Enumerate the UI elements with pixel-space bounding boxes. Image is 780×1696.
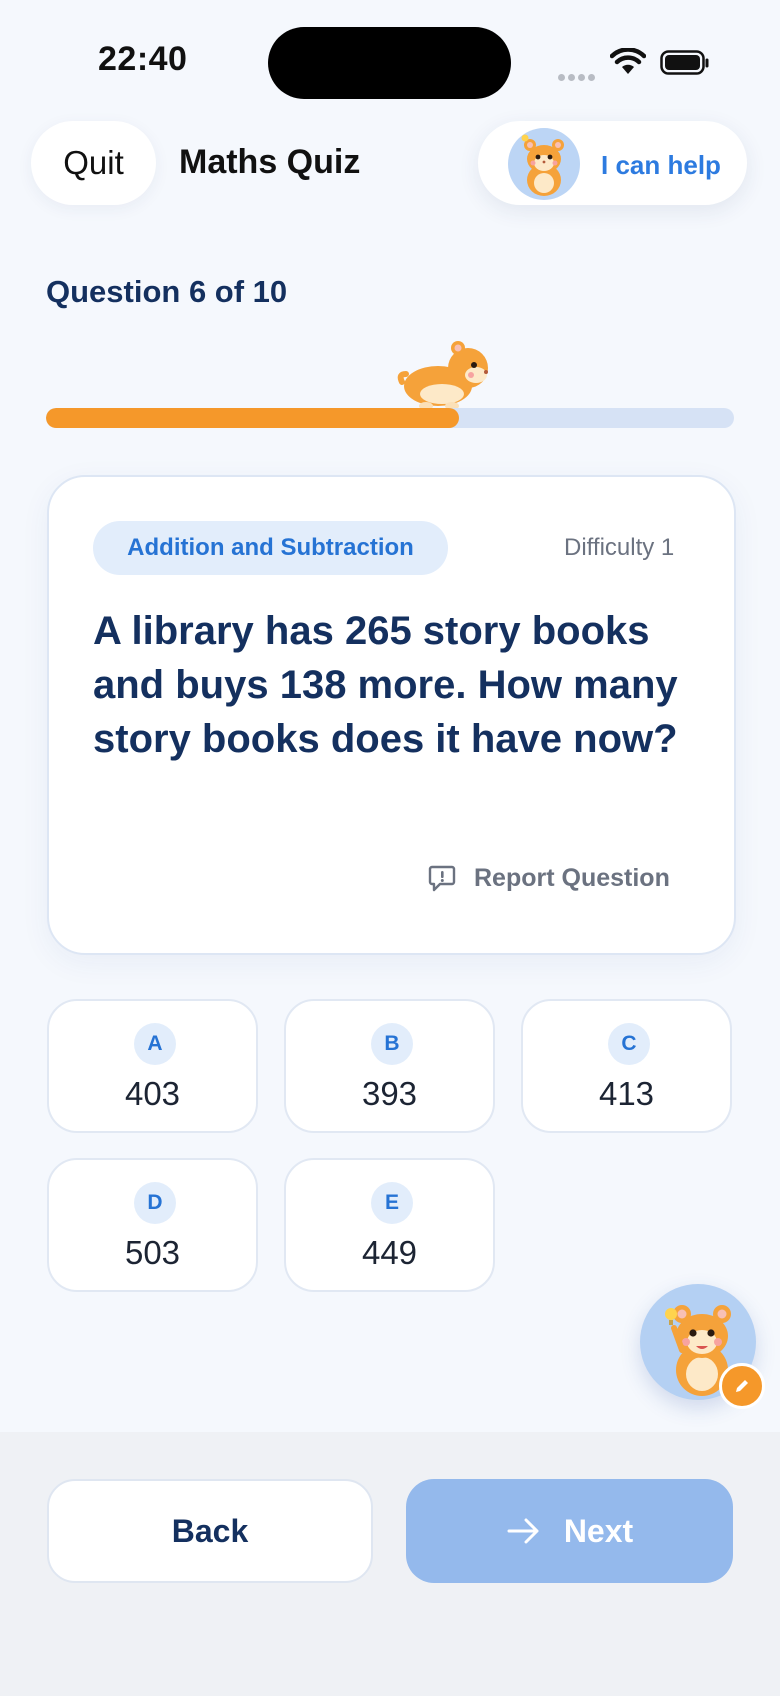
cellular-signal-icon xyxy=(558,68,598,86)
topic-badge: Addition and Subtraction xyxy=(93,521,448,575)
option-value: 413 xyxy=(598,1075,655,1112)
running-hamster-icon xyxy=(392,330,504,412)
option-value: 449 xyxy=(361,1234,418,1271)
quit-button[interactable]: Quit xyxy=(31,121,156,205)
dynamic-island xyxy=(268,27,511,99)
arrow-right-icon xyxy=(507,1518,539,1544)
option-a-button[interactable]: A 403 xyxy=(47,999,258,1133)
battery-icon xyxy=(660,50,709,75)
option-letter: E xyxy=(371,1182,413,1224)
wifi-icon xyxy=(609,47,647,81)
back-button[interactable]: Back xyxy=(47,1479,373,1583)
hamster-mascot-icon[interactable] xyxy=(508,128,580,200)
report-flag-icon[interactable] xyxy=(427,863,457,893)
option-d-button[interactable]: D 503 xyxy=(47,1158,258,1292)
option-value: 393 xyxy=(361,1075,418,1112)
next-button[interactable]: Next xyxy=(406,1479,733,1583)
option-e-button[interactable]: E 449 xyxy=(284,1158,495,1292)
difficulty-label: Difficulty 1 xyxy=(564,534,675,561)
status-time: 22:40 xyxy=(98,40,188,78)
question-text: A library has 265 story books and buys 1… xyxy=(93,609,678,761)
option-c-button[interactable]: C 413 xyxy=(521,999,732,1133)
option-letter: A xyxy=(134,1023,176,1065)
option-b-button[interactable]: B 393 xyxy=(284,999,495,1133)
page-title: Maths Quiz xyxy=(179,143,361,181)
help-label[interactable]: I can help xyxy=(601,150,721,181)
progress-fill xyxy=(46,408,459,428)
option-letter: D xyxy=(134,1182,176,1224)
option-value: 403 xyxy=(124,1075,181,1112)
option-value: 503 xyxy=(124,1234,181,1271)
report-question-button[interactable]: Report Question xyxy=(474,864,670,893)
option-letter: B xyxy=(371,1023,413,1065)
pencil-icon[interactable] xyxy=(719,1363,765,1409)
question-counter: Question 6 of 10 xyxy=(46,274,288,309)
quiz-progress-bar xyxy=(46,408,734,428)
option-letter: C xyxy=(608,1023,650,1065)
next-label: Next xyxy=(563,1512,634,1549)
